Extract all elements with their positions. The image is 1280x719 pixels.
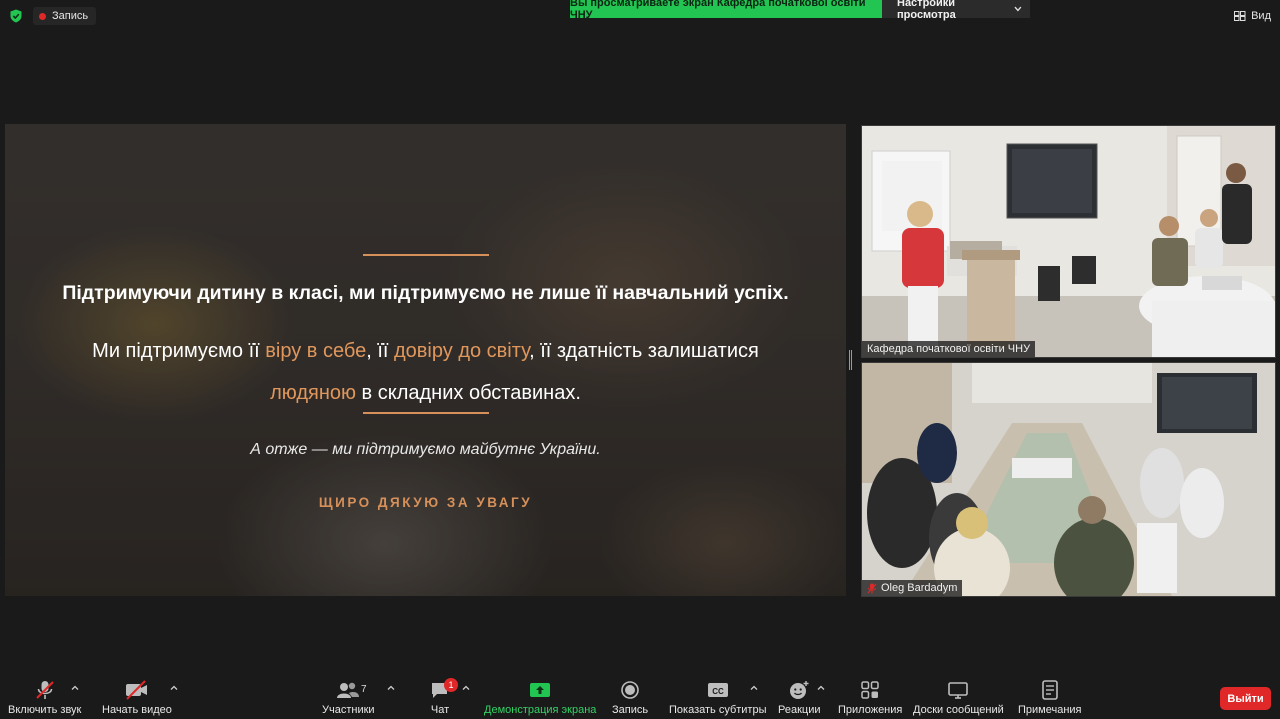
chevron-up-icon[interactable] (750, 684, 758, 692)
chat-button[interactable]: 1 Чат (430, 678, 458, 716)
reactions-label: Реакции (778, 704, 821, 716)
chat-label: Чат (430, 704, 450, 716)
view-options-label: Настройки просмотра (897, 0, 956, 21)
conference-room-video (862, 126, 1275, 357)
slide-text-segment: , її здатність залишатися (529, 340, 759, 362)
meeting-toolbar: Включить звук Начать видео Участники 7 1… (0, 672, 1280, 719)
smiley-plus-icon (790, 681, 809, 699)
whiteboards-button[interactable]: Доски сообщений (913, 680, 1004, 716)
leave-button[interactable]: Выйти (1220, 687, 1271, 710)
panel-resize-handle[interactable] (849, 350, 853, 370)
apps-label: Приложения (838, 704, 903, 716)
notes-button[interactable]: Примечания (1018, 680, 1082, 716)
notes-icon (1041, 680, 1058, 700)
whiteboard-icon (948, 682, 969, 699)
tile-name-label: Кафедра початкової освіти ЧНУ (862, 341, 1036, 357)
apps-button[interactable]: Приложения (838, 680, 902, 716)
leave-label: Выйти (1227, 692, 1264, 705)
recording-label: Запись (52, 10, 89, 22)
whiteboards-label: Доски сообщений (913, 704, 1004, 716)
reactions-button[interactable]: Реакции (778, 680, 821, 716)
muted-mic-icon (867, 583, 877, 593)
recording-indicator[interactable]: Запись (33, 7, 97, 25)
chevron-up-icon[interactable] (170, 684, 178, 692)
start-video-button[interactable]: Начать видео (102, 680, 172, 716)
chevron-down-icon (1014, 6, 1022, 12)
captions-label: Показать субтитры (669, 704, 767, 716)
top-bar: Запись Вы просматриваете экран Кафедра п… (0, 0, 1280, 32)
start-video-label: Начать видео (102, 704, 172, 716)
chevron-up-icon[interactable] (387, 684, 395, 692)
share-screen-label: Демонстрация экрана (484, 704, 597, 716)
highlight-humane: людяною (270, 382, 356, 404)
notes-label: Примечания (1018, 704, 1082, 716)
chevron-up-icon[interactable] (817, 684, 825, 692)
participant-name: Oleg Bardadym (881, 582, 958, 594)
video-tile[interactable]: Oleg Bardadym (861, 362, 1276, 597)
highlight-faith: віру в себе (265, 340, 367, 362)
video-off-icon (125, 680, 147, 700)
top-divider (363, 254, 489, 256)
record-button[interactable]: Запись (612, 680, 648, 716)
participant-name: Кафедра початкової освіти ЧНУ (867, 343, 1031, 355)
view-button-label: Вид (1251, 10, 1271, 22)
share-screen-icon (530, 683, 551, 697)
screen-share-banner: Вы просматриваете экран Кафедра початков… (570, 0, 882, 21)
record-label: Запись (612, 704, 649, 716)
share-screen-button[interactable]: Демонстрация экрана (484, 680, 596, 716)
muted-mic-icon (35, 681, 54, 699)
chevron-up-icon[interactable] (71, 684, 79, 692)
svg-text:CC: CC (712, 687, 724, 696)
shared-screen[interactable]: Підтримуючи дитину в класі, ми підтримує… (5, 124, 846, 596)
view-button[interactable]: Вид (1234, 7, 1271, 25)
slide-line-1: Підтримуючи дитину в класі, ми підтримує… (62, 282, 789, 304)
participants-count: 7 (361, 684, 367, 695)
tile-name-label: Oleg Bardadym (862, 580, 963, 596)
record-dot-icon (39, 12, 46, 20)
record-icon (621, 681, 639, 699)
view-options-dropdown[interactable]: Настройки просмотра (882, 0, 1030, 21)
slide-text-segment: в складних обставинах. (356, 382, 581, 404)
slide-quote: А отже — ми підтримуємо майбутнє України… (250, 441, 601, 458)
audience-video (862, 363, 1275, 596)
slide-text-segment: , її (366, 340, 395, 362)
video-tile[interactable]: Кафедра початкової освіти ЧНУ (861, 125, 1276, 358)
participants-label: Участники (322, 704, 375, 716)
apps-icon (861, 681, 879, 699)
bottom-divider (363, 412, 489, 414)
grid-view-icon (1234, 11, 1246, 21)
slide-text-segment: Ми підтримуємо її (92, 340, 266, 362)
slide-thanks: ЩИРО ДЯКУЮ ЗА УВАГУ (318, 495, 533, 510)
share-banner-text: Вы просматриваете экран Кафедра початков… (570, 0, 866, 21)
highlight-trust: довіру до світу (394, 340, 530, 362)
unmute-label: Включить звук (8, 704, 82, 716)
participants-icon (337, 682, 360, 698)
chevron-up-icon[interactable] (462, 684, 470, 692)
chat-unread-badge: 1 (444, 678, 458, 692)
shield-check-icon[interactable] (9, 9, 23, 23)
slide-paragraph: Ми підтримуємо її віру в себе, її довіру… (5, 330, 846, 414)
captions-icon: CC (707, 683, 728, 697)
